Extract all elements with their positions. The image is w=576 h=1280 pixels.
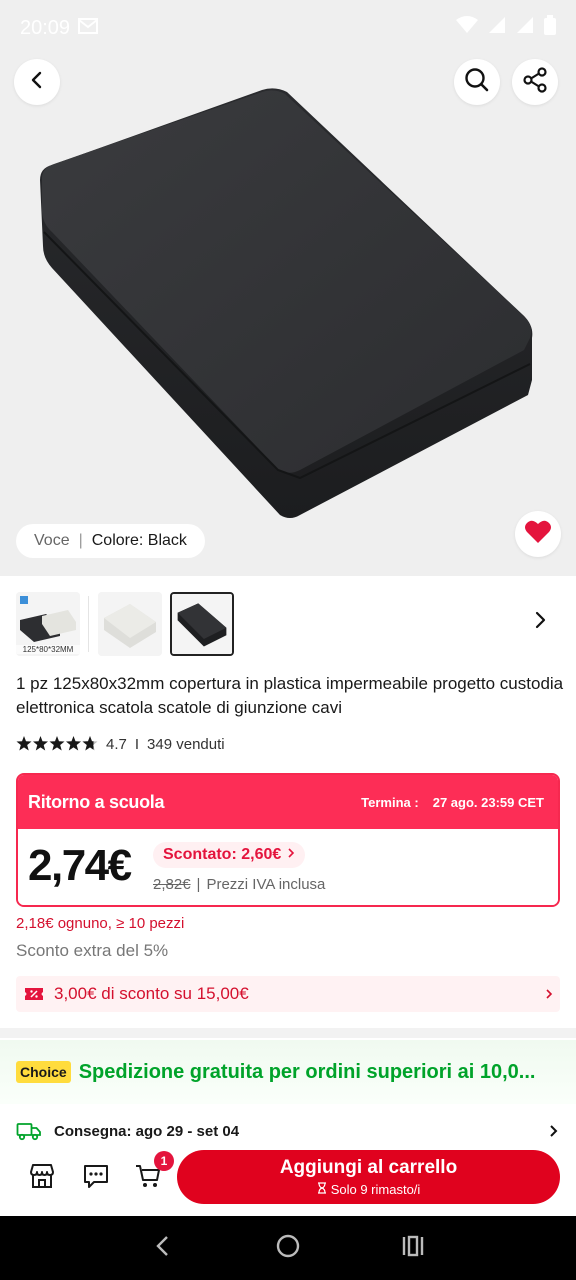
discount-label: Scontato: 2,60€ <box>163 846 282 863</box>
mail-icon <box>78 17 99 40</box>
share-icon <box>521 66 549 99</box>
rating-divider: I <box>134 735 140 753</box>
thumbnail-3-image <box>172 594 232 654</box>
section-divider <box>0 1028 576 1038</box>
discount-chip[interactable]: Scontato: 2,60€ <box>153 842 306 868</box>
status-bar: 20:09 <box>0 0 576 56</box>
thumbnail-1[interactable]: 125*80*32MM <box>16 592 80 656</box>
chevron-right-icon <box>548 1123 560 1139</box>
promo-body: 2,74€ Scontato: 2,60€ 2,82€ | Prezzi IVA… <box>18 829 558 905</box>
delivery-row[interactable]: Consegna: ago 29 - set 04 <box>16 1118 560 1144</box>
back-button[interactable] <box>14 59 60 105</box>
battery-icon <box>544 15 556 41</box>
chat-icon <box>82 1162 110 1195</box>
rating-row[interactable]: 4.7 I 349 venduti <box>16 733 225 755</box>
thumbnail-2-image <box>98 592 162 656</box>
chevron-right-icon <box>532 611 548 634</box>
product-title: 1 pz 125x80x32mm copertura in plastica i… <box>16 674 564 717</box>
chat-button[interactable] <box>78 1160 114 1196</box>
chevron-right-icon <box>287 846 295 864</box>
rating-value: 4.7 <box>106 735 127 753</box>
status-time: 20:09 <box>20 16 71 39</box>
stock-note-text: Solo 9 rimasto/i <box>330 1182 421 1197</box>
choice-badge: Choice <box>16 1061 71 1083</box>
thumbnail-strip: 125*80*32MM <box>0 586 576 662</box>
promo-deadline-label: Termina : <box>361 794 419 810</box>
coupon-row[interactable]: 3,00€ di sconto su 15,00€ <box>16 976 560 1012</box>
share-button[interactable] <box>512 59 558 105</box>
variant-label: Voce <box>34 532 70 549</box>
thumbnail-3-selected[interactable] <box>170 592 234 656</box>
thumbnail-1-caption: 125*80*32MM <box>16 645 80 654</box>
variant-separator: | <box>78 532 83 549</box>
promo-deadline: Termina : 27 ago. 23:59 CET <box>361 795 544 810</box>
rating-stars <box>16 735 98 753</box>
bottom-action-bar: 1 Aggiungi al carrello Solo 9 rimasto/i <box>0 1146 576 1216</box>
original-price: 2,82€ <box>153 876 191 893</box>
price-subtext: 2,82€ | Prezzi IVA inclusa <box>153 876 325 893</box>
system-nav-bar <box>0 1216 576 1280</box>
home-nav-button[interactable] <box>268 1228 308 1268</box>
product-image <box>40 88 533 519</box>
back-nav-button[interactable] <box>143 1228 183 1268</box>
home-nav-icon <box>275 1233 301 1264</box>
extra-discount-note: Sconto extra del 5% <box>16 941 169 960</box>
bulk-price-note: 2,18€ ognuno, ≥ 10 pezzi <box>16 915 185 932</box>
search-icon <box>464 67 490 98</box>
promo-title: Ritorno a scuola <box>28 791 165 812</box>
store-icon <box>28 1162 56 1195</box>
shipping-banner[interactable]: Choice Spedizione gratuita per ordini su… <box>0 1040 576 1104</box>
add-to-cart-label: Aggiungi al carrello <box>279 1157 458 1178</box>
cart-count-badge: 1 <box>154 1151 174 1171</box>
recents-nav-button[interactable] <box>393 1228 433 1268</box>
truck-icon <box>16 1121 42 1141</box>
stock-note: Solo 9 rimasto/i <box>317 1182 421 1197</box>
chevron-right-icon <box>544 987 554 1001</box>
wifi-icon <box>456 16 478 40</box>
coupon-text: 3,00€ di sconto su 15,00€ <box>54 984 249 1003</box>
chevron-left-icon <box>27 70 47 95</box>
recents-nav-icon <box>401 1235 425 1262</box>
thumbnails-next-button[interactable] <box>526 608 554 636</box>
promo-deadline-value: 27 ago. 23:59 CET <box>432 794 544 810</box>
variant-selector[interactable]: Voce | Colore: Black <box>16 524 205 558</box>
vat-note: Prezzi IVA inclusa <box>206 876 326 893</box>
add-to-cart-button[interactable]: Aggiungi al carrello Solo 9 rimasto/i <box>177 1150 560 1204</box>
signal-icon <box>516 16 534 40</box>
favorite-button[interactable] <box>515 511 561 557</box>
price-separator: | <box>196 876 201 893</box>
sold-count: 349 venduti <box>147 735 225 753</box>
store-button[interactable] <box>24 1160 60 1196</box>
hourglass-icon <box>317 1182 327 1197</box>
product-image-gallery[interactable]: 20:09 Voce | Colore: Black <box>0 0 576 576</box>
coupon-icon <box>24 986 44 1002</box>
signal-icon <box>488 16 506 40</box>
current-price: 2,74€ <box>28 841 132 890</box>
delivery-text: Consegna: ago 29 - set 04 <box>54 1122 240 1140</box>
thumbnail-2[interactable] <box>98 592 162 656</box>
thumbnail-divider <box>88 596 89 652</box>
heart-icon <box>524 519 552 550</box>
promo-header: Ritorno a scuola Termina : 27 ago. 23:59… <box>18 775 558 829</box>
variant-value: Colore: Black <box>91 532 187 549</box>
back-nav-icon <box>153 1234 173 1263</box>
promo-card: Ritorno a scuola Termina : 27 ago. 23:59… <box>16 773 560 907</box>
shipping-text: Spedizione gratuita per ordini superiori… <box>78 1060 536 1083</box>
search-button[interactable] <box>454 59 500 105</box>
